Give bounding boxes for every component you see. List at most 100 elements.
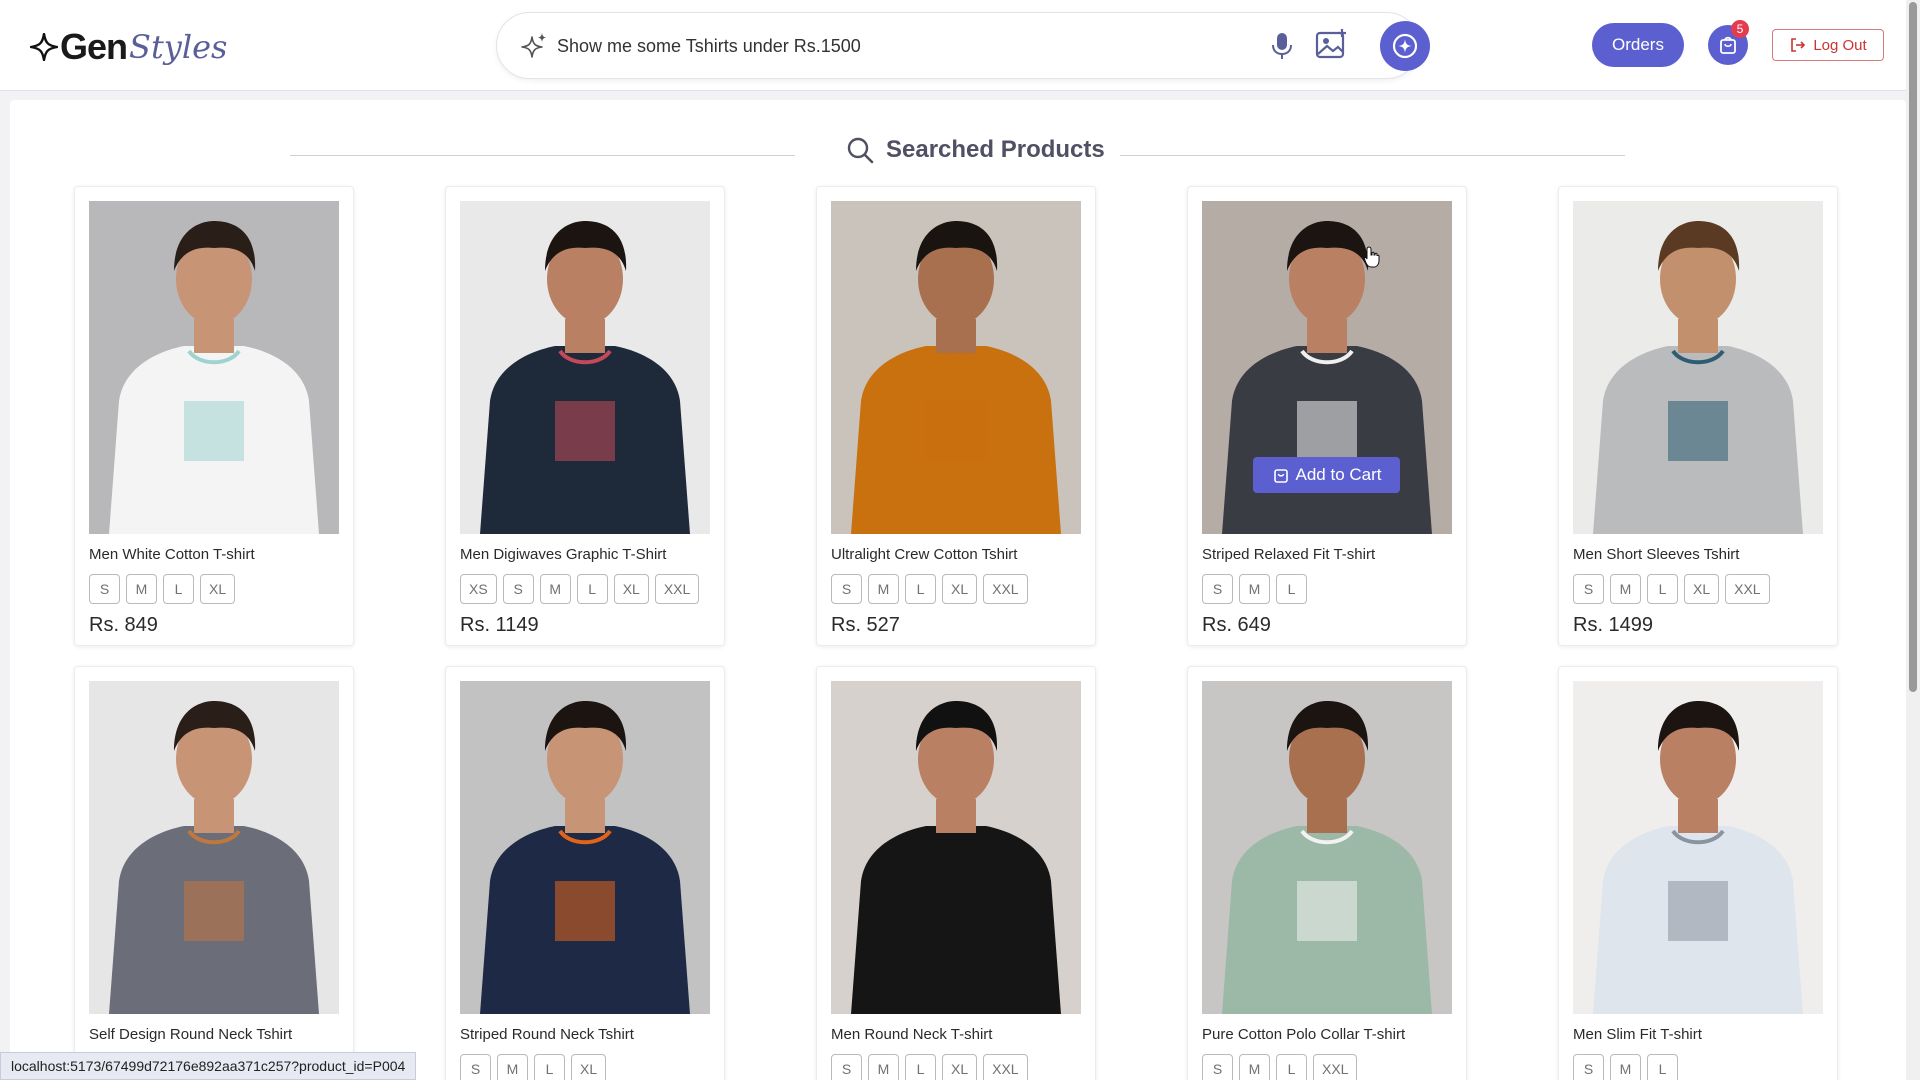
size-option[interactable]: S [1202, 574, 1233, 604]
product-name[interactable]: Ultralight Crew Cotton Tshirt [831, 546, 1091, 563]
product-card[interactable]: Men Digiwaves Graphic T-Shirt XS S M L XL XXL R… [445, 186, 725, 646]
product-image[interactable] [1573, 681, 1823, 1014]
size-option[interactable]: L [163, 574, 194, 604]
size-options: SMLXL [89, 574, 236, 604]
size-option[interactable]: M [497, 1054, 528, 1080]
search-input[interactable] [557, 31, 1197, 61]
product-name[interactable]: Men Short Sleeves Tshirt [1573, 546, 1833, 563]
size-option[interactable]: M [868, 1054, 899, 1080]
size-option[interactable]: XXL [983, 1054, 1028, 1080]
product-card[interactable]: Striped Relaxed Fit T-shirt S M L Rs. 649 Add… [1187, 186, 1467, 646]
size-option[interactable]: S [1573, 1054, 1604, 1080]
size-option[interactable]: XL [571, 1054, 607, 1080]
logout-label: Log Out [1813, 36, 1867, 54]
product-image[interactable] [460, 681, 710, 1014]
size-option[interactable]: M [868, 574, 899, 604]
size-option[interactable]: S [502, 574, 534, 604]
page-scrollbar[interactable] [1906, 0, 1920, 1080]
logo-star-icon [30, 33, 58, 61]
product-image[interactable] [89, 201, 339, 534]
search-bar [496, 12, 1430, 79]
product-image[interactable] [460, 201, 710, 534]
size-option[interactable]: XXL [1725, 574, 1770, 604]
product-card[interactable]: Men White Cotton T-shirt S M L XL Rs. 849 [74, 186, 354, 646]
ai-search-button[interactable] [1363, 14, 1447, 78]
product-name[interactable]: Striped Relaxed Fit T-shirt [1202, 546, 1462, 563]
product-card[interactable]: Men Round Neck T-shirt S M L XL XXL [816, 666, 1096, 1080]
logout-icon [1791, 38, 1806, 52]
add-to-cart-button[interactable]: Add to Cart [1253, 457, 1400, 493]
product-price: Rs. 527 [831, 614, 900, 636]
product-image[interactable] [831, 201, 1081, 534]
size-option[interactable]: M [1239, 574, 1270, 604]
logout-button[interactable]: Log Out [1772, 29, 1884, 61]
size-option[interactable]: XL [942, 1054, 978, 1080]
product-card[interactable]: Men Slim Fit T-shirt S M L [1558, 666, 1838, 1080]
logo-styles-text: Styles [129, 28, 228, 66]
product-name[interactable]: Men Digiwaves Graphic T-Shirt [460, 546, 720, 563]
size-option[interactable]: L [1276, 574, 1307, 604]
size-options: SMLXL [460, 1054, 607, 1080]
size-option[interactable]: S [831, 574, 862, 604]
size-option[interactable]: XXL [654, 574, 700, 604]
product-price: Rs. 849 [89, 614, 158, 636]
orders-button[interactable]: Orders [1592, 23, 1684, 67]
size-option[interactable]: L [576, 574, 608, 604]
size-option[interactable]: L [1647, 1054, 1678, 1080]
size-option[interactable]: M [539, 574, 571, 604]
section-header: Searched Products [10, 118, 1906, 164]
size-option[interactable]: M [1239, 1054, 1270, 1080]
size-option[interactable]: S [1573, 574, 1604, 604]
microphone-icon[interactable] [1265, 29, 1299, 63]
product-name[interactable]: Men Round Neck T-shirt [831, 1026, 1091, 1043]
image-search-icon[interactable] [1313, 27, 1349, 63]
size-option[interactable]: M [126, 574, 157, 604]
divider-left [290, 155, 795, 156]
product-image[interactable] [1202, 681, 1452, 1014]
size-option[interactable]: L [1276, 1054, 1307, 1080]
size-option[interactable]: XL [613, 574, 649, 604]
size-option[interactable]: M [1610, 574, 1641, 604]
size-option[interactable]: XS [460, 574, 497, 604]
product-name[interactable]: Men Slim Fit T-shirt [1573, 1026, 1833, 1043]
product-card[interactable]: Striped Round Neck Tshirt S M L XL [445, 666, 725, 1080]
size-option[interactable]: XXL [983, 574, 1028, 604]
product-price: Rs. 649 [1202, 614, 1271, 636]
size-option[interactable]: S [831, 1054, 862, 1080]
cart-count-badge: 5 [1731, 20, 1749, 38]
hand-cursor-icon [1364, 246, 1380, 268]
size-options: S M L XL XXL [831, 574, 1028, 604]
product-name[interactable]: Pure Cotton Polo Collar T-shirt [1202, 1026, 1462, 1043]
size-option[interactable]: S [460, 1054, 491, 1080]
product-image[interactable] [831, 681, 1081, 1014]
size-option[interactable]: XL [942, 574, 978, 604]
size-options: SML [1202, 574, 1307, 604]
size-option[interactable]: L [1647, 574, 1678, 604]
size-option[interactable]: S [1202, 1054, 1233, 1080]
size-option[interactable]: L [534, 1054, 565, 1080]
search-icon [847, 137, 874, 164]
product-name[interactable]: Men White Cotton T-shirt [89, 546, 349, 563]
size-option[interactable]: L [905, 574, 936, 604]
product-card[interactable]: Men Short Sleeves Tshirt S M L XL XXL Rs. 1499 [1558, 186, 1838, 646]
size-option[interactable]: S [89, 574, 120, 604]
product-card[interactable]: Pure Cotton Polo Collar T-shirt S M L XXL [1187, 666, 1467, 1080]
size-option[interactable]: L [905, 1054, 936, 1080]
logo-gen-text: Gen [60, 26, 128, 67]
size-options: S M L XL XXL [1573, 574, 1770, 604]
size-option[interactable]: M [1610, 1054, 1641, 1080]
app-logo[interactable]: Gen Styles [30, 22, 227, 72]
product-card[interactable]: Self Design Round Neck TshirtSMLXL [74, 666, 354, 1080]
product-price: Rs. 1149 [460, 614, 539, 636]
product-image[interactable] [1573, 201, 1823, 534]
product-name[interactable]: Striped Round Neck Tshirt [460, 1026, 720, 1043]
size-option[interactable]: XL [1684, 574, 1720, 604]
product-name[interactable]: Self Design Round Neck Tshirt [89, 1026, 349, 1043]
size-option[interactable]: XL [200, 574, 236, 604]
size-option[interactable]: XXL [1313, 1054, 1358, 1080]
scrollbar-thumb[interactable] [1909, 2, 1917, 692]
size-options: S M L XXL [1202, 1054, 1358, 1080]
product-card[interactable]: Ultralight Crew Cotton Tshirt S M L XL XXL Rs.… [816, 186, 1096, 646]
product-image[interactable] [89, 681, 339, 1014]
shopping-bag-icon [1273, 469, 1288, 483]
